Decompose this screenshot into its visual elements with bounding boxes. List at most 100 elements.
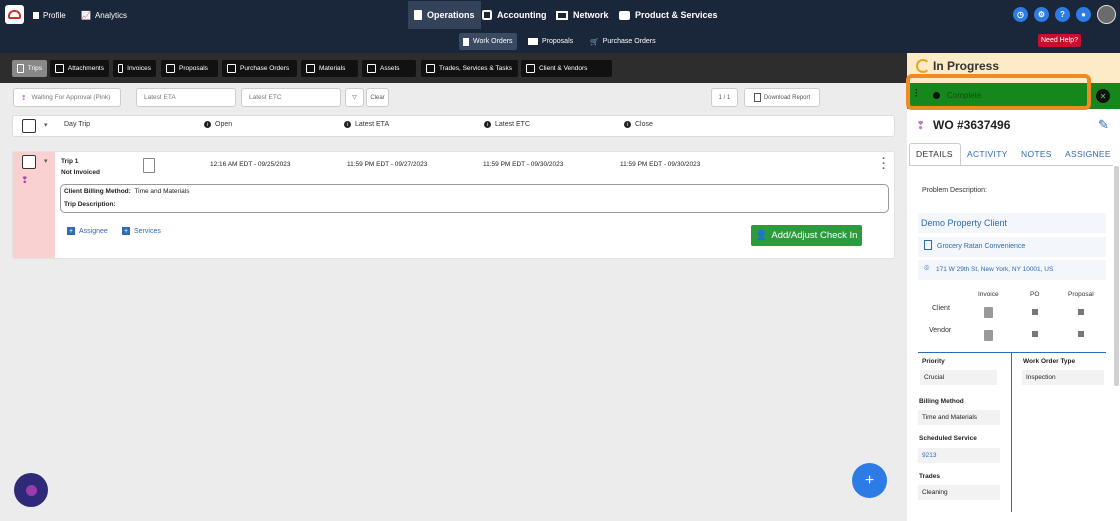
trip-eta: 11:59 PM EDT - 09/27/2023 xyxy=(347,161,428,168)
expand-caret-icon[interactable]: ▾ xyxy=(44,157,48,165)
briefcase-icon xyxy=(528,38,538,45)
nav-profile[interactable]: Profile xyxy=(33,0,66,30)
tab-materials[interactable]: Materials xyxy=(301,60,358,77)
tab-attachments[interactable]: Attachments xyxy=(50,60,109,77)
priority-value: Crucial xyxy=(920,370,997,385)
section-divider xyxy=(918,352,1106,353)
client-name[interactable]: Demo Property Client xyxy=(921,218,1007,228)
plus-icon: + xyxy=(122,227,130,235)
download-report-button[interactable]: Download Report xyxy=(744,88,820,107)
profile-icon xyxy=(33,11,39,19)
tab-trips[interactable]: Trips xyxy=(12,60,47,77)
clipboard-icon xyxy=(414,10,422,20)
proposal-empty-icon xyxy=(1078,309,1084,315)
add-adjust-checkin-button[interactable]: 👤 Add/Adjust Check In xyxy=(751,225,862,246)
gear-icon[interactable]: ⚙ xyxy=(1034,7,1049,22)
tab-details[interactable]: DETAILS xyxy=(916,149,953,159)
status-pin-icon: ❢ xyxy=(21,175,29,185)
problem-description-label: Problem Description: xyxy=(922,187,987,194)
building-icon xyxy=(924,240,932,250)
column-latest-eta[interactable]: i Latest ETA xyxy=(344,121,389,128)
tab-purchase-orders[interactable]: Purchase Orders xyxy=(222,60,297,77)
billing-method-label: Billing Method xyxy=(919,398,964,405)
add-assignee-link[interactable]: + Assignee xyxy=(67,227,108,235)
column-day-trip[interactable]: Day Trip xyxy=(64,121,90,128)
chat-widget-button[interactable] xyxy=(14,473,48,507)
invoice-doc-icon[interactable] xyxy=(984,307,993,318)
scheduled-service-label: Scheduled Service xyxy=(919,435,977,442)
tab-proposals[interactable]: Proposals xyxy=(161,60,218,77)
nav-accounting[interactable]: Accounting xyxy=(482,1,547,29)
tab-divider xyxy=(909,165,1113,166)
subnav-proposals[interactable]: Proposals xyxy=(524,33,577,50)
select-all-checkbox[interactable] xyxy=(22,119,36,133)
info-icon: i xyxy=(624,121,631,128)
chart-icon: 📈 xyxy=(81,10,91,20)
pagination[interactable]: 1 / 1 xyxy=(711,88,738,107)
invoice-doc-icon[interactable] xyxy=(984,330,993,341)
column-divider xyxy=(1011,352,1012,512)
highlight-box xyxy=(906,74,1091,110)
need-help-button[interactable]: Need Help? xyxy=(1038,34,1081,47)
wo-type-value: Inspection xyxy=(1022,370,1104,385)
expand-caret-icon[interactable]: ▾ xyxy=(44,121,48,129)
store-name[interactable]: Grocery Ratan Convenience xyxy=(937,243,1025,250)
edit-icon[interactable]: ✎ xyxy=(1098,117,1109,133)
trip-name[interactable]: Trip 1 xyxy=(61,158,78,165)
info-icon: i xyxy=(204,121,211,128)
trip-checkbox[interactable] xyxy=(22,155,36,169)
subnav-purchase-orders[interactable]: 🛒 Purchase Orders xyxy=(586,33,660,50)
doc-header-invoice: Invoice xyxy=(978,291,999,298)
add-services-link[interactable]: + Services xyxy=(122,227,161,235)
info-icon: i xyxy=(484,121,491,128)
briefcase-icon xyxy=(619,10,630,20)
nav-analytics[interactable]: 📈 Analytics xyxy=(81,0,127,30)
column-close[interactable]: i Close xyxy=(624,121,653,128)
spinner-icon xyxy=(916,59,930,73)
panel-scrollbar[interactable] xyxy=(1114,166,1119,386)
tab-notes[interactable]: NOTES xyxy=(1021,149,1052,159)
kebab-menu-icon[interactable]: · · · xyxy=(882,154,886,175)
contact-card-icon xyxy=(526,64,535,73)
nav-operations[interactable]: Operations xyxy=(408,1,481,29)
status-filter[interactable]: ❢ Waiting For Approval (Pink) xyxy=(13,88,121,107)
calculator-icon xyxy=(482,10,492,20)
status-pin-icon: ❢ xyxy=(21,94,27,102)
trip-description-label: Trip Description: xyxy=(64,201,116,208)
tab-trades-services-tasks[interactable]: Trades, Services & Tasks xyxy=(421,60,518,77)
latest-eta-input[interactable]: Latest ETA xyxy=(136,88,236,107)
tab-activity[interactable]: ACTIVITY xyxy=(967,149,1008,159)
cart-icon xyxy=(227,64,236,73)
trip-invoice-status: Not Invoiced xyxy=(61,169,101,176)
table-header xyxy=(12,115,895,137)
nav-product-services[interactable]: Product & Services xyxy=(619,1,718,29)
tab-assets[interactable]: Assets xyxy=(362,60,416,77)
clock-icon[interactable]: ◷ xyxy=(1013,7,1028,22)
column-open[interactable]: i Open xyxy=(204,121,232,128)
location-pin-icon: ⌾ xyxy=(924,263,930,273)
tab-assignee[interactable]: ASSIGNEE xyxy=(1065,149,1111,159)
scheduled-service-value[interactable]: 9213 xyxy=(918,448,1000,463)
latest-etc-input[interactable]: Latest ETC xyxy=(241,88,341,107)
plus-icon: + xyxy=(67,227,75,235)
add-fab-button[interactable]: + xyxy=(852,463,887,498)
wo-number: WO #3637496 xyxy=(933,118,1011,132)
column-latest-etc[interactable]: i Latest ETC xyxy=(484,121,530,128)
priority-label: Priority xyxy=(922,358,945,365)
user-avatar[interactable] xyxy=(1097,5,1116,24)
chat-bubble-icon xyxy=(25,484,37,496)
nav-network[interactable]: Network xyxy=(556,1,609,29)
app-logo[interactable] xyxy=(5,5,24,24)
asset-icon xyxy=(367,64,376,73)
clear-button[interactable]: Clear xyxy=(366,88,389,107)
network-icon xyxy=(556,10,568,20)
filter-funnel-icon[interactable]: ▽ xyxy=(345,88,364,107)
help-icon[interactable]: ? xyxy=(1055,7,1070,22)
chat-icon[interactable]: ● xyxy=(1076,7,1091,22)
subnav-work-orders[interactable]: Work Orders xyxy=(459,33,517,50)
tab-client-vendors[interactable]: Client & Vendors xyxy=(521,60,612,77)
building-icon xyxy=(143,158,155,173)
address[interactable]: 171 W 29th St, New York, NY 10001, US xyxy=(936,266,1053,273)
tab-invoices[interactable]: Invoices xyxy=(113,60,156,77)
close-icon[interactable]: ✕ xyxy=(1096,89,1110,103)
